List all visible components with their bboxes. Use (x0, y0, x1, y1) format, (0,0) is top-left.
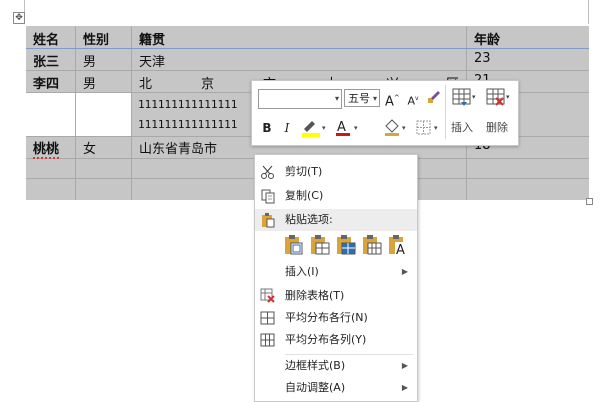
svg-text:A: A (337, 120, 346, 135)
menu-label-distribute-rows: 平均分布各行(N) (285, 311, 368, 324)
paste-icon (260, 212, 276, 228)
svg-text:▾: ▾ (322, 124, 326, 132)
menu-item-distribute-rows[interactable]: 平均分布各行(N) (255, 307, 417, 329)
submenu-arrow-icon: ▶ (401, 361, 408, 370)
copy-icon (260, 188, 276, 204)
font-color-icon[interactable]: A ▾ (333, 117, 361, 139)
svg-text:▾: ▾ (434, 124, 438, 132)
menu-label-distribute-cols: 平均分布各列(Y) (285, 333, 367, 346)
header-gender: 性别 (83, 33, 110, 48)
menu-label-copy: 复制(C) (285, 189, 324, 202)
menu-label-paste-options: 粘贴选项: (285, 213, 333, 226)
cell-age: 23 (474, 51, 491, 66)
menu-item-autofit[interactable]: 自动调整(A) ▶ (255, 377, 417, 399)
svg-text:▾: ▾ (402, 124, 406, 132)
paste-keep-source-icon[interactable] (283, 234, 305, 256)
paste-insert-rows-icon[interactable] (361, 234, 383, 256)
cell-name: 张三 (33, 55, 60, 70)
cell-origin-char: 北 (139, 77, 153, 92)
paste-nest-table-icon[interactable] (309, 234, 331, 256)
distribute-cols-icon (260, 332, 276, 348)
svg-text:▾: ▾ (354, 124, 358, 132)
menu-item-cut[interactable]: 剪切(T) (255, 161, 417, 183)
cell-origin-line: 111111111111111 (138, 98, 238, 111)
grow-font-icon[interactable]: A^ (385, 89, 400, 111)
font-name-box[interactable]: ▾ (258, 89, 342, 109)
font-dropdown-icon[interactable]: ▾ (335, 90, 339, 108)
menu-item-delete-table[interactable]: 删除表格(T) (255, 285, 417, 307)
font-size-value: 五号 (348, 92, 370, 105)
borders-icon[interactable]: ▾ (414, 117, 442, 139)
table-resize-handle[interactable] (586, 198, 593, 205)
table-cell[interactable] (76, 93, 131, 136)
table-move-icon[interactable]: ✥ (13, 12, 25, 24)
toolbar-separator (445, 85, 446, 139)
insert-table-icon[interactable]: ▾ (451, 87, 477, 109)
menu-label-cut: 剪切(T) (285, 165, 323, 178)
svg-text:▾: ▾ (472, 93, 476, 101)
table-cell[interactable] (26, 93, 75, 136)
menu-label-delete-table: 删除表格(T) (285, 289, 345, 302)
menu-label-border-styles: 边框样式(B) (285, 359, 346, 372)
cell-name: 桃桃 (33, 138, 60, 159)
scissors-icon (260, 164, 276, 180)
cell-gender: 女 (83, 142, 97, 157)
delete-table-menu-icon (260, 288, 276, 304)
cell-gender: 男 (83, 55, 97, 70)
shading-icon[interactable]: ▾ (382, 117, 410, 139)
delete-label: 删除 (486, 121, 508, 134)
cell-gender: 男 (83, 77, 97, 92)
submenu-arrow-icon: ▶ (401, 383, 408, 392)
cell-origin-char: 京 (201, 77, 215, 92)
cell-origin: 山东省青岛市 (139, 142, 218, 157)
italic-icon[interactable]: I (280, 119, 294, 137)
menu-item-paste-options: 粘贴选项: (255, 209, 417, 231)
font-size-dropdown-icon[interactable]: ▾ (373, 90, 377, 108)
submenu-arrow-icon: ▶ (401, 267, 408, 276)
cell-name: 李四 (33, 77, 60, 92)
shrink-font-icon[interactable]: Av (406, 90, 420, 111)
page-corner-mark-right (588, 0, 590, 24)
svg-text:A: A (396, 243, 405, 256)
menu-item-insert[interactable]: 插入(I) ▶ (255, 261, 417, 283)
context-menu: 剪切(T) 复制(C) 粘贴选项: A 插入(I) ▶ 删除表格(T) 平均分布… (254, 154, 418, 402)
table-row-divider (26, 70, 589, 71)
table-col-divider (131, 26, 132, 200)
highlight-icon[interactable]: ▾ (299, 117, 329, 139)
table-row-divider (26, 48, 589, 49)
mini-toolbar: ▾ 五号 ▾ A^ Av ▾ 插入 ▾ 删除 B I ▾ A ▾ ▾ ▾ (251, 80, 519, 146)
font-size-box[interactable]: 五号 ▾ (344, 89, 380, 107)
header-origin: 籍贯 (139, 33, 166, 48)
menu-label-autofit: 自动调整(A) (285, 381, 346, 394)
menu-label-insert: 插入(I) (285, 265, 319, 278)
header-age: 年龄 (474, 33, 501, 48)
paste-merge-table-icon[interactable] (335, 234, 357, 256)
header-name: 姓名 (33, 33, 60, 48)
menu-item-copy[interactable]: 复制(C) (255, 185, 417, 207)
format-painter-icon[interactable] (425, 88, 443, 109)
cell-origin-line: 111111111111111 (138, 118, 238, 131)
cell-origin: 天津 (139, 55, 166, 70)
paste-text-only-icon[interactable]: A (387, 234, 409, 258)
svg-text:▾: ▾ (506, 93, 510, 101)
delete-table-icon[interactable]: ▾ (485, 87, 511, 109)
insert-label: 插入 (451, 121, 473, 134)
menu-item-border-styles[interactable]: 边框样式(B) ▶ (255, 355, 417, 377)
bold-icon[interactable]: B (260, 119, 274, 137)
menu-item-distribute-cols[interactable]: 平均分布各列(Y) (255, 329, 417, 351)
distribute-rows-icon (260, 310, 276, 326)
